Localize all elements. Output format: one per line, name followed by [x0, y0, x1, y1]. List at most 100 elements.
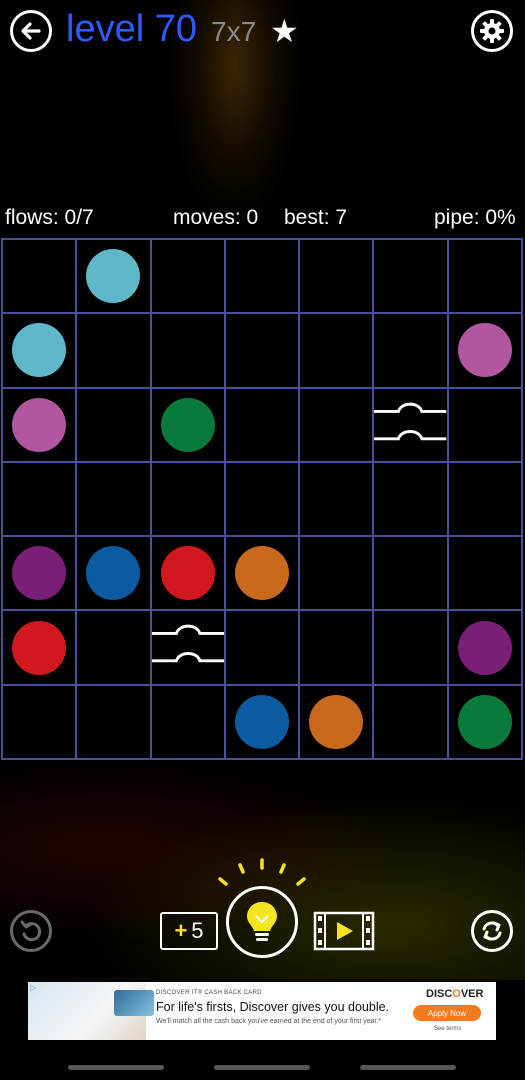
- board-size-label: 7x7: [211, 16, 257, 47]
- red-dot[interactable]: [12, 620, 67, 675]
- board-cell[interactable]: [76, 610, 151, 685]
- nav-back[interactable]: [68, 1065, 164, 1070]
- board-cell[interactable]: [224, 239, 300, 314]
- board-cell[interactable]: [224, 684, 300, 759]
- board-cell[interactable]: [373, 684, 448, 759]
- purple-dot[interactable]: [12, 546, 67, 601]
- board-cell[interactable]: [150, 387, 225, 462]
- board-cell[interactable]: [150, 610, 225, 685]
- ad-banner[interactable]: ▷ DISCOVER IT® CASH BACK CARD For life's…: [28, 982, 496, 1040]
- board-cell[interactable]: [447, 313, 522, 388]
- gear-icon: [480, 19, 504, 43]
- nav-home[interactable]: [214, 1065, 310, 1070]
- credit-card-image: [114, 990, 154, 1016]
- board-cell[interactable]: [76, 313, 151, 388]
- red-dot[interactable]: [160, 546, 215, 601]
- hint-count-badge[interactable]: + 5: [160, 912, 218, 950]
- board-cell[interactable]: [2, 684, 77, 759]
- play-icon: [337, 922, 353, 940]
- board-cell[interactable]: [447, 536, 522, 611]
- board-cell[interactable]: [299, 387, 374, 462]
- refresh-icon: [482, 921, 502, 941]
- orange-dot[interactable]: [234, 546, 289, 601]
- bridge-icon: [151, 625, 224, 663]
- undo-button[interactable]: [10, 910, 52, 952]
- pink-dot[interactable]: [457, 323, 512, 378]
- board-cell[interactable]: [447, 461, 522, 537]
- board-cell[interactable]: [2, 387, 77, 462]
- level-title: level 70: [66, 8, 197, 50]
- board-cell[interactable]: [373, 536, 448, 611]
- board-cell[interactable]: [2, 239, 77, 314]
- board-cell[interactable]: [299, 536, 374, 611]
- board-cell[interactable]: [447, 684, 522, 759]
- board-cell[interactable]: [299, 461, 374, 537]
- blue-dot[interactable]: [234, 694, 289, 749]
- plus-icon: +: [174, 918, 188, 943]
- board-cell[interactable]: [2, 461, 77, 537]
- board-cell[interactable]: [373, 461, 448, 537]
- board-cell[interactable]: [76, 536, 151, 611]
- green-dot[interactable]: [457, 694, 512, 749]
- ad-info-icon[interactable]: ▷: [30, 983, 36, 992]
- board-cell[interactable]: [299, 239, 374, 314]
- board-cell[interactable]: [373, 313, 448, 388]
- ad-subline: We'll match all the cash back you've ear…: [156, 1018, 382, 1025]
- bridge-icon: [374, 402, 447, 440]
- board-cell[interactable]: [2, 313, 77, 388]
- hint-count: 5: [191, 918, 204, 943]
- board-cell[interactable]: [299, 684, 374, 759]
- lightbulb-icon: [247, 902, 277, 941]
- board-cell[interactable]: [447, 387, 522, 462]
- board-cell[interactable]: [2, 610, 77, 685]
- board-cell[interactable]: [224, 536, 300, 611]
- green-dot[interactable]: [160, 397, 215, 452]
- board-cell[interactable]: [299, 610, 374, 685]
- flows-counter: flows: 0/7: [5, 206, 94, 229]
- board-cell[interactable]: [447, 610, 522, 685]
- board-cell[interactable]: [299, 313, 374, 388]
- board-cell[interactable]: [373, 610, 448, 685]
- apply-now-button[interactable]: Apply Now: [413, 1005, 481, 1021]
- cyan-dot[interactable]: [12, 323, 67, 378]
- board-cell[interactable]: [150, 461, 225, 537]
- board-cell[interactable]: [224, 387, 300, 462]
- cyan-dot[interactable]: [86, 249, 141, 304]
- moves-counter: moves: 0: [173, 206, 259, 229]
- board-cell[interactable]: [224, 461, 300, 537]
- nav-recents[interactable]: [360, 1065, 456, 1070]
- blue-dot[interactable]: [86, 546, 141, 601]
- orange-dot[interactable]: [309, 694, 364, 749]
- see-terms-link[interactable]: See terms: [434, 1026, 461, 1032]
- board-cell[interactable]: [224, 313, 300, 388]
- board-cell[interactable]: [373, 387, 448, 462]
- board-cell[interactable]: [76, 239, 151, 314]
- ad-brand-logo: DISCOVER: [426, 988, 484, 1000]
- board-cell[interactable]: [150, 239, 225, 314]
- back-button[interactable]: [10, 10, 52, 52]
- pink-dot[interactable]: [12, 397, 67, 452]
- board-cell[interactable]: [76, 684, 151, 759]
- ad-headline: For life's firsts, Discover gives you do…: [156, 1000, 390, 1014]
- restart-button[interactable]: [471, 910, 513, 952]
- pipe-percentage: pipe: 0%: [434, 206, 516, 229]
- arrow-left-icon: [21, 22, 41, 40]
- system-nav-bar: [0, 1056, 525, 1080]
- board-cell[interactable]: [373, 239, 448, 314]
- board-cell[interactable]: [150, 313, 225, 388]
- board-cell[interactable]: [150, 684, 225, 759]
- best-counter: best: 7: [284, 206, 348, 229]
- purple-dot[interactable]: [457, 620, 512, 675]
- hint-button[interactable]: [226, 886, 298, 958]
- game-board[interactable]: [1, 238, 523, 760]
- video-hint-button[interactable]: [313, 911, 375, 951]
- board-cell[interactable]: [224, 610, 300, 685]
- board-cell[interactable]: [150, 536, 225, 611]
- board-cell[interactable]: [2, 536, 77, 611]
- board-cell[interactable]: [447, 239, 522, 314]
- undo-icon: [20, 920, 42, 942]
- ad-eyebrow: DISCOVER IT® CASH BACK CARD: [156, 990, 262, 996]
- board-cell[interactable]: [76, 387, 151, 462]
- settings-button[interactable]: [471, 10, 513, 52]
- board-cell[interactable]: [76, 461, 151, 537]
